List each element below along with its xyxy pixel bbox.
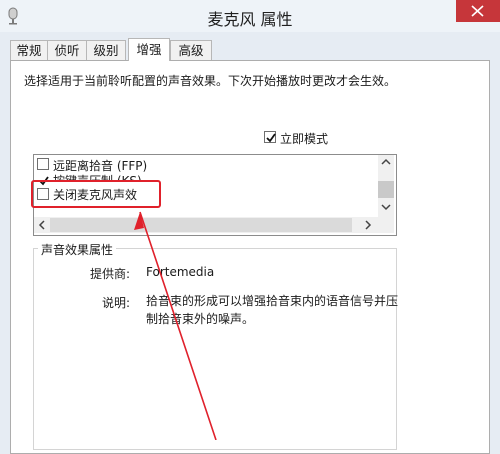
annotation-arrow — [134, 211, 217, 440]
tab-enhancements[interactable]: 增强 — [128, 38, 170, 61]
tab-label: 增强 — [136, 42, 162, 57]
